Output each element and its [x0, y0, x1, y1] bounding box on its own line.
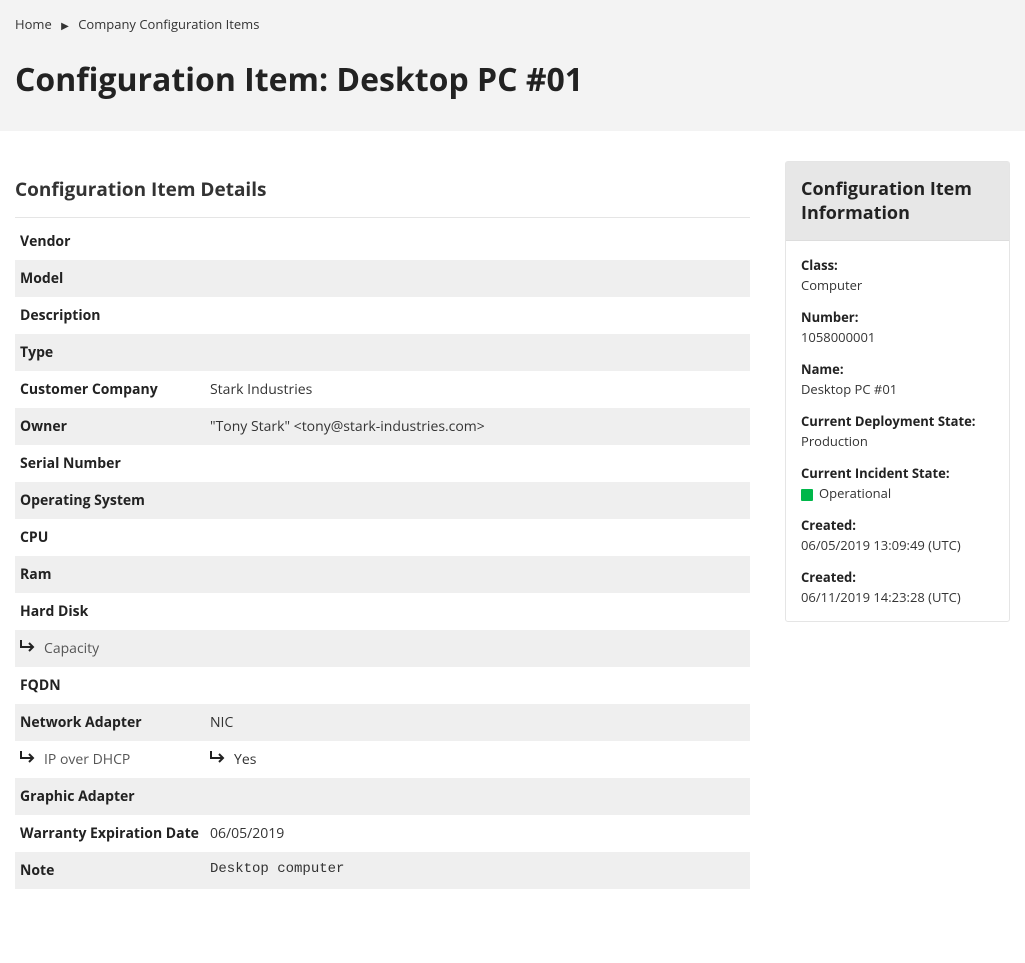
field-label: Model	[20, 269, 210, 288]
field-label: Operating System	[20, 491, 210, 510]
field-value	[210, 528, 745, 547]
field-label: Network Adapter	[20, 713, 210, 732]
field-value	[210, 787, 745, 806]
field-value: "Tony Stark" <tony@stark-industries.com>	[210, 417, 745, 436]
field-row-note: Note Desktop computer	[15, 852, 750, 889]
info-value: Computer	[801, 276, 994, 294]
field-label: Customer Company	[20, 380, 210, 399]
field-row-ram: Ram	[15, 556, 750, 593]
field-label: Warranty Expiration Date	[20, 824, 210, 843]
field-value	[210, 602, 745, 621]
page-title: Configuration Item: Desktop PC #01	[15, 58, 1010, 101]
info-item-deployment: Current Deployment State: Production	[801, 412, 994, 450]
field-value	[210, 639, 745, 658]
info-label: Name:	[801, 360, 994, 378]
field-row-owner: Owner "Tony Stark" <tony@stark-industrie…	[15, 408, 750, 445]
field-row-hdd: Hard Disk	[15, 593, 750, 630]
info-item-class: Class: Computer	[801, 256, 994, 294]
info-item-name: Name: Desktop PC #01	[801, 360, 994, 398]
info-item-number: Number: 1058000001	[801, 308, 994, 346]
field-value: Desktop computer	[210, 861, 745, 880]
info-value: Desktop PC #01	[801, 380, 994, 398]
field-row-customer-company: Customer Company Stark Industries	[15, 371, 750, 408]
field-label: Capacity	[20, 639, 210, 658]
field-label: FQDN	[20, 676, 210, 695]
field-row-description: Description	[15, 297, 750, 334]
field-label: Owner	[20, 417, 210, 436]
sub-arrow-icon	[20, 639, 38, 653]
field-value: Stark Industries	[210, 380, 745, 399]
info-value: Operational	[801, 484, 994, 502]
field-label: Ram	[20, 565, 210, 584]
breadcrumb: Home ▶ Company Configuration Items	[15, 15, 1010, 33]
info-label: Class:	[801, 256, 994, 274]
field-row-model: Model	[15, 260, 750, 297]
info-incident-text: Operational	[819, 484, 891, 502]
field-value: Yes	[210, 750, 745, 769]
field-label: Type	[20, 343, 210, 362]
field-label-text: Capacity	[44, 639, 99, 658]
info-label: Number:	[801, 308, 994, 326]
field-row-serial: Serial Number	[15, 445, 750, 482]
main-content: Configuration Item Details Vendor Model …	[0, 131, 1025, 919]
field-label-text: IP over DHCP	[44, 750, 130, 769]
field-row-type: Type	[15, 334, 750, 371]
field-value	[210, 676, 745, 695]
field-value	[210, 454, 745, 473]
field-value	[210, 343, 745, 362]
details-heading: Configuration Item Details	[15, 161, 750, 218]
field-value	[210, 232, 745, 251]
info-item-created: Created: 06/05/2019 13:09:49 (UTC)	[801, 516, 994, 554]
field-row-dhcp: IP over DHCP Yes	[15, 741, 750, 778]
field-label: IP over DHCP	[20, 750, 210, 769]
info-label: Created:	[801, 568, 994, 586]
field-label: CPU	[20, 528, 210, 547]
field-row-fqdn: FQDN	[15, 667, 750, 704]
info-box: Configuration Item Information Class: Co…	[785, 161, 1010, 622]
field-row-vendor: Vendor	[15, 223, 750, 260]
info-item-updated: Created: 06/11/2019 14:23:28 (UTC)	[801, 568, 994, 606]
field-row-os: Operating System	[15, 482, 750, 519]
field-value: 06/05/2019	[210, 824, 745, 843]
field-value-text: Yes	[234, 750, 256, 769]
info-body: Class: Computer Number: 1058000001 Name:…	[786, 241, 1009, 621]
field-label: Note	[20, 861, 210, 880]
sub-arrow-icon	[20, 750, 38, 764]
field-row-gpu: Graphic Adapter	[15, 778, 750, 815]
field-row-warranty: Warranty Expiration Date 06/05/2019	[15, 815, 750, 852]
sub-arrow-icon	[210, 750, 228, 764]
chevron-right-icon: ▶	[61, 18, 69, 32]
page-header: Home ▶ Company Configuration Items Confi…	[0, 0, 1025, 131]
field-label: Graphic Adapter	[20, 787, 210, 806]
field-value: NIC	[210, 713, 745, 732]
breadcrumb-current: Company Configuration Items	[78, 15, 259, 33]
info-value: Production	[801, 432, 994, 450]
field-label: Description	[20, 306, 210, 325]
field-value	[210, 491, 745, 510]
field-value	[210, 306, 745, 325]
breadcrumb-home-link[interactable]: Home	[15, 15, 52, 33]
info-value: 1058000001	[801, 328, 994, 346]
field-label: Hard Disk	[20, 602, 210, 621]
info-label: Current Deployment State:	[801, 412, 994, 430]
info-heading: Configuration Item Information	[786, 162, 1009, 241]
field-row-cpu: CPU	[15, 519, 750, 556]
field-row-capacity: Capacity	[15, 630, 750, 667]
field-row-nic: Network Adapter NIC	[15, 704, 750, 741]
field-label: Vendor	[20, 232, 210, 251]
info-value: 06/11/2019 14:23:28 (UTC)	[801, 588, 994, 606]
details-panel: Configuration Item Details Vendor Model …	[0, 161, 765, 889]
info-label: Current Incident State:	[801, 464, 994, 482]
status-indicator-icon	[801, 489, 813, 501]
field-value	[210, 269, 745, 288]
field-value	[210, 565, 745, 584]
info-item-incident: Current Incident State: Operational	[801, 464, 994, 502]
info-sidebar: Configuration Item Information Class: Co…	[785, 161, 1010, 622]
field-label: Serial Number	[20, 454, 210, 473]
info-value: 06/05/2019 13:09:49 (UTC)	[801, 536, 994, 554]
info-label: Created:	[801, 516, 994, 534]
